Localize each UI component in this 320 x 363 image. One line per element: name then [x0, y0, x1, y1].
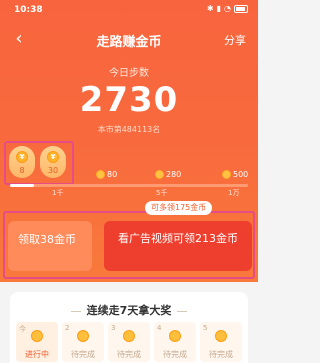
streak-day[interactable]: 3 待完成 [108, 322, 150, 362]
milestone-5000: 280 [155, 170, 181, 179]
wifi-icon: ◔ [224, 4, 231, 13]
streak-day[interactable]: 2 待完成 [62, 322, 104, 362]
signal-icon: ▮ [216, 4, 222, 13]
bonus-hint-badge: 可多领175金币 [145, 201, 213, 215]
day-status: 待完成 [209, 350, 233, 359]
watch-ad-button[interactable]: 看广告视频可领213金币 [104, 221, 252, 271]
streak-day[interactable]: 4 待完成 [154, 322, 196, 362]
coin-bubble[interactable]: ¥ 8 [9, 146, 35, 178]
streak-title: 连续走7天拿大奖 [10, 302, 248, 318]
day-status: 待完成 [117, 350, 141, 359]
steps-label: 今日步数 [109, 68, 149, 79]
coin-icon [123, 330, 135, 342]
status-bar: 10:38 ✱ ▮ ◔ [0, 0, 258, 22]
city-rank: 本市第484113名 [97, 125, 161, 134]
tick-label: 5千 [156, 189, 168, 197]
coin-icon: ¥ [16, 151, 28, 163]
coin-bubble[interactable]: ¥ 30 [40, 146, 66, 178]
coin-icon [169, 330, 181, 342]
streak-day[interactable]: 5 待完成 [200, 322, 242, 362]
coin-icon [222, 170, 231, 179]
day-number: 4 [157, 324, 162, 332]
milestone-coins: 80 [107, 170, 118, 179]
status-time: 10:38 [14, 5, 43, 15]
day-number: 5 [203, 324, 208, 332]
day-number: 2 [65, 324, 70, 332]
streak-card: 连续走7天拿大奖 今 进行中 2 待完成 3 待完成 4 待完成 5 待完成 [10, 292, 248, 363]
battery-icon [234, 4, 248, 13]
coin-icon [215, 330, 227, 342]
milestone-coins: 280 [166, 170, 182, 179]
day-status: 待完成 [163, 350, 187, 359]
coin-icon [31, 330, 43, 342]
status-icons: ✱ ▮ ◔ [207, 4, 248, 13]
day-number: 今 [19, 325, 26, 333]
coin-icon [96, 170, 105, 179]
share-button[interactable]: 分享 [224, 32, 246, 48]
streak-day[interactable]: 今 进行中 [16, 322, 58, 362]
coin-icon [155, 170, 164, 179]
page-title: 走路赚金币 [96, 35, 162, 50]
step-progress-fill [10, 184, 34, 187]
tick-label: 1万 [228, 189, 240, 197]
day-status: 进行中 [25, 350, 49, 359]
day-status: 待完成 [71, 350, 95, 359]
steps-count: 2730 [79, 80, 179, 120]
claim-coins-button[interactable]: 领取38金币 [8, 221, 92, 271]
coin-icon: ¥ [47, 151, 59, 163]
milestone-1000: 80 [96, 170, 117, 179]
bluetooth-icon: ✱ [206, 4, 214, 13]
streak-days: 今 进行中 2 待完成 3 待完成 4 待完成 5 待完成 [16, 322, 242, 362]
coin-icon [77, 330, 89, 342]
nav-bar: ‹ 走路赚金币 分享 [0, 28, 258, 52]
step-progress-bar [10, 184, 248, 187]
coin-bubble-value: 30 [47, 166, 59, 175]
tick-label: 1千 [52, 189, 64, 197]
coin-bubble-value: 8 [19, 166, 25, 175]
day-number: 3 [111, 324, 116, 332]
milestone-10000: 500 [222, 170, 248, 179]
milestone-coins: 500 [233, 170, 249, 179]
